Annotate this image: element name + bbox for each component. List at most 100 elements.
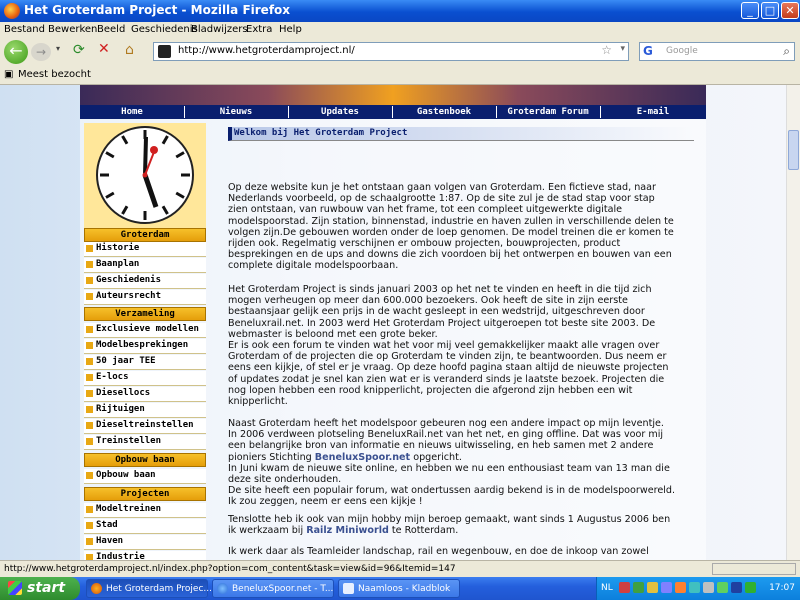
tray-app-icon[interactable] <box>675 582 686 593</box>
nav-nieuws[interactable]: Nieuws <box>184 107 288 117</box>
sidebar-item-diesellocs[interactable]: Diesellocs <box>84 387 206 402</box>
status-text: http://www.hetgroterdamproject.nl/index.… <box>4 564 456 574</box>
status-panel <box>712 563 796 575</box>
site-banner <box>80 85 706 105</box>
home-icon[interactable]: ⌂ <box>125 42 134 58</box>
sidebar-item-auteursrecht[interactable]: Auteursrecht <box>84 290 206 305</box>
arrow-right-icon: → <box>35 45 47 59</box>
sidebar-item-modeltreinen[interactable]: Modeltreinen <box>84 503 206 518</box>
sidebar-item-geschiedenis[interactable]: Geschiedenis <box>84 274 206 289</box>
paragraph-work: Ik werk daar als Teamleider landschap, r… <box>228 546 649 557</box>
clock-time: 17:07 <box>769 583 795 593</box>
tray-app-icon[interactable] <box>619 582 630 593</box>
bookmark-most-visited[interactable]: Meest bezocht <box>18 69 91 80</box>
start-button[interactable]: start <box>0 577 80 600</box>
sidebar-header-verzameling: Verzameling <box>84 307 206 321</box>
forward-button[interactable]: → <box>31 43 51 61</box>
tray-app-icon[interactable] <box>717 582 728 593</box>
sidebar-header-groterdam: Groterdam <box>84 228 206 242</box>
sidebar-item-exclusieve-modellen[interactable]: Exclusieve modellen <box>84 323 206 338</box>
beneluxspoor-link[interactable]: BeneluxSpoor.net <box>315 452 410 463</box>
clock-icon <box>96 126 194 224</box>
vertical-scrollbar[interactable] <box>786 85 800 560</box>
internet-explorer-icon <box>217 583 228 594</box>
task-notepad[interactable]: Naamloos - Kladblok <box>338 579 460 598</box>
close-button[interactable]: ✕ <box>781 2 799 19</box>
nav-email[interactable]: E-mail <box>600 107 706 117</box>
tray-app-icon[interactable] <box>703 582 714 593</box>
sidebar-item-stad[interactable]: Stad <box>84 519 206 534</box>
paragraph-history: Het Groterdam Project is sinds januari 2… <box>228 284 656 340</box>
sidebar-header-opbouw-baan: Opbouw baan <box>84 453 206 467</box>
sidebar: Groterdam Historie Baanplan Geschiedenis… <box>84 123 206 560</box>
railz-miniworld-link[interactable]: Railz Miniworld <box>306 525 389 536</box>
sidebar-item-industrie[interactable]: Industrie <box>84 551 206 560</box>
nav-home[interactable]: Home <box>80 107 184 117</box>
search-icon[interactable]: ⌕ <box>783 44 790 59</box>
sidebar-item-haven[interactable]: Haven <box>84 535 206 550</box>
menu-bladwijzers[interactable]: Bladwijzers <box>191 24 248 35</box>
taskbar: start Het Groterdam Projec... BeneluxSpo… <box>0 577 800 600</box>
sidebar-item-modelbesprekingen[interactable]: Modelbesprekingen <box>84 339 206 354</box>
firefox-icon <box>4 3 20 19</box>
menu-extra[interactable]: Extra <box>246 24 272 35</box>
maximize-button[interactable]: □ <box>761 2 779 19</box>
paragraph-career: Tenslotte heb ik ook van mijn hobby mijn… <box>228 514 671 537</box>
tray-app-icon[interactable] <box>633 582 644 593</box>
tray-app-icon[interactable] <box>647 582 658 593</box>
history-dropdown-icon[interactable]: ▾ <box>56 44 60 53</box>
arrow-left-icon: ← <box>9 41 23 60</box>
sidebar-item-50-jaar-tee[interactable]: 50 jaar TEE <box>84 355 206 370</box>
task-firefox[interactable]: Het Groterdam Projec... <box>86 579 212 598</box>
nav-updates[interactable]: Updates <box>288 107 392 117</box>
url-text[interactable]: http://www.hetgroterdamproject.nl/ <box>178 45 355 56</box>
tray-app-icon[interactable] <box>689 582 700 593</box>
menu-bewerken[interactable]: Bewerken <box>48 24 97 35</box>
menu-bestand[interactable]: Bestand <box>4 24 45 35</box>
bookmark-star-icon[interactable]: ☆ <box>601 43 612 57</box>
welcome-heading: Welkom bij Het Groterdam Project <box>228 127 694 141</box>
scrollbar-thumb[interactable] <box>788 130 799 170</box>
sidebar-item-baanplan[interactable]: Baanplan <box>84 258 206 273</box>
windows-logo-icon <box>8 581 22 595</box>
menu-help[interactable]: Help <box>279 24 302 35</box>
page-viewport: Home Nieuws Updates Gastenboek Groterdam… <box>0 85 786 560</box>
task-beneluxspoor[interactable]: BeneluxSpoor.net - T... <box>212 579 334 598</box>
minimize-button[interactable]: _ <box>741 2 759 19</box>
sidebar-item-e-locs[interactable]: E-locs <box>84 371 206 386</box>
search-box[interactable]: G Google ⌕ <box>639 42 795 61</box>
reload-icon[interactable]: ⟳ <box>73 42 85 58</box>
paragraph-forum: Er is ook een forum te vinden wat het vo… <box>228 340 669 408</box>
tray-app-icon[interactable] <box>745 582 756 593</box>
google-icon[interactable]: G <box>643 44 653 58</box>
paragraph-benelux: Naast Groterdam heeft het modelspoor geb… <box>228 418 676 508</box>
sidebar-item-rijtuigen[interactable]: Rijtuigen <box>84 403 206 418</box>
sidebar-item-treinstellen[interactable]: Treinstellen <box>84 435 206 450</box>
address-bar[interactable]: http://www.hetgroterdamproject.nl/ ☆ ▾ <box>153 42 629 61</box>
back-button[interactable]: ← <box>4 40 28 64</box>
menu-bar: Bestand Bewerken Beeld Geschiedenis Blad… <box>0 22 800 38</box>
paragraph-intro: Op deze website kun je het ontstaan gaan… <box>228 182 674 272</box>
bookmarks-bar: ▣ Meest bezocht <box>0 66 800 85</box>
sidebar-item-opbouw-baan[interactable]: Opbouw baan <box>84 469 206 484</box>
search-placeholder[interactable]: Google <box>666 46 698 56</box>
clock-panel <box>84 123 206 229</box>
nav-forum[interactable]: Groterdam Forum <box>496 107 600 117</box>
status-bar: http://www.hetgroterdamproject.nl/index.… <box>0 560 800 578</box>
stop-icon[interactable]: ✕ <box>98 41 110 57</box>
tray-app-icon[interactable] <box>661 582 672 593</box>
url-dropdown-icon[interactable]: ▾ <box>620 44 625 54</box>
notepad-icon <box>343 583 354 594</box>
site-nav: Home Nieuws Updates Gastenboek Groterdam… <box>80 105 706 119</box>
menu-beeld[interactable]: Beeld <box>97 24 125 35</box>
sidebar-item-dieseltreinstellen[interactable]: Dieseltreinstellen <box>84 419 206 434</box>
nav-gastenboek[interactable]: Gastenboek <box>392 107 496 117</box>
menu-geschiedenis[interactable]: Geschiedenis <box>131 24 198 35</box>
language-indicator[interactable]: NL <box>601 583 613 593</box>
title-bar: Het Groterdam Project - Mozilla Firefox … <box>0 0 800 22</box>
tray-app-icon[interactable] <box>731 582 742 593</box>
window-title: Het Groterdam Project - Mozilla Firefox <box>24 3 291 17</box>
sidebar-item-historie[interactable]: Historie <box>84 242 206 257</box>
firefox-icon <box>91 583 102 594</box>
site-favicon <box>158 45 171 58</box>
